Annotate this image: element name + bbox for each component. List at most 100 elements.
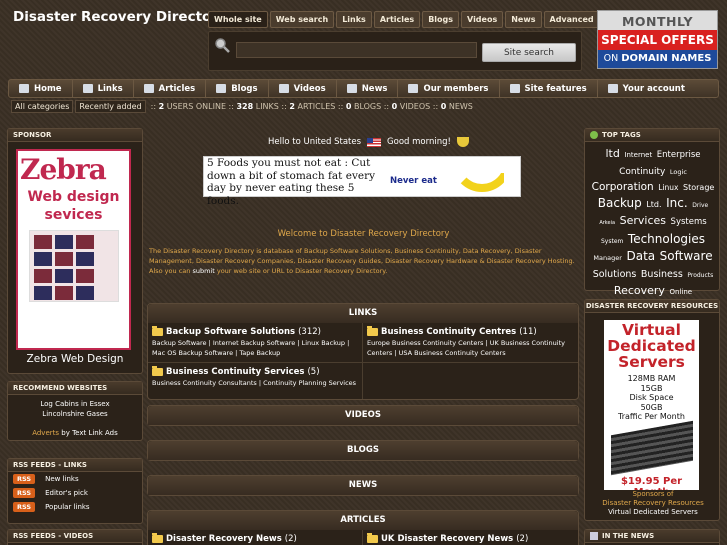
promo-banner-domain-names[interactable]: MONTHLY SPECIAL OFFERS ON DOMAIN NAMES bbox=[597, 10, 718, 69]
rss-item[interactable]: RSS Popular links bbox=[8, 500, 142, 514]
category-cell: UK Disaster Recovery News (2) bbox=[363, 530, 578, 545]
site-search-button[interactable]: Site search bbox=[482, 43, 576, 62]
vds-link[interactable]: Virtual Dedicated Servers bbox=[608, 508, 698, 516]
links-heading[interactable]: LINKS bbox=[148, 304, 578, 323]
tag-link[interactable]: Backup bbox=[598, 196, 642, 210]
rss-item[interactable]: RSS New links bbox=[8, 472, 142, 486]
recommend-link[interactable]: Lincolnshire Gases bbox=[7, 409, 143, 419]
vds-banner[interactable]: Virtual Dedicated Servers 128MB RAM 15GB… bbox=[604, 320, 699, 490]
folder-icon bbox=[152, 366, 163, 376]
tag-link[interactable]: Solutions bbox=[593, 269, 637, 280]
resources-site-link[interactable]: Disaster Recovery Resources bbox=[588, 499, 718, 508]
promo-line-2: SPECIAL OFFERS bbox=[598, 30, 717, 50]
in-the-news-heading: IN THE NEWS bbox=[602, 531, 655, 540]
tag-link[interactable]: Technologies bbox=[628, 232, 705, 246]
tag-link[interactable]: Internet bbox=[624, 151, 652, 159]
ad-cta[interactable]: Never eat bbox=[390, 176, 437, 186]
recommend-list: Log Cabins in Essex Lincolnshire Gases bbox=[7, 399, 143, 419]
tag-link[interactable]: Recovery bbox=[614, 284, 665, 297]
tag-link[interactable]: Systems bbox=[671, 217, 707, 227]
zebra-sponsor-banner[interactable]: Zebra Web design sevices bbox=[16, 149, 131, 350]
nav-news[interactable]: News bbox=[337, 80, 399, 97]
category-link[interactable]: Disaster Recovery News (2) bbox=[152, 533, 358, 544]
tag-link[interactable]: Continuity bbox=[619, 167, 665, 177]
site-title[interactable]: Disaster Recovery Directory bbox=[13, 9, 227, 25]
videos-icon bbox=[278, 84, 289, 93]
recommend-link[interactable]: Log Cabins in Essex bbox=[7, 399, 143, 409]
greeting: Hello to United States Good morning! bbox=[268, 137, 469, 147]
tag-link[interactable]: Arkeia bbox=[599, 220, 615, 226]
tag-link[interactable]: ltd bbox=[606, 147, 620, 160]
nav-links[interactable]: Links bbox=[73, 80, 134, 97]
tag-link[interactable]: Services bbox=[620, 214, 666, 227]
tag-link[interactable]: System bbox=[601, 238, 623, 245]
nav-articles[interactable]: Articles bbox=[134, 80, 207, 97]
promo-line-3: ON DOMAIN NAMES bbox=[598, 50, 717, 68]
tag-link[interactable]: Inc. bbox=[666, 196, 688, 210]
nav-news-label: News bbox=[361, 83, 388, 94]
recently-added-button[interactable]: Recently added bbox=[75, 99, 146, 113]
account-icon bbox=[607, 84, 618, 93]
nav-videos[interactable]: Videos bbox=[269, 80, 337, 97]
folder-icon bbox=[367, 326, 378, 336]
zebra-caption[interactable]: Zebra Web Design bbox=[7, 353, 143, 365]
tag-link[interactable]: Storage bbox=[683, 183, 714, 192]
category-link[interactable]: Business Continuity Centres (11) bbox=[367, 326, 574, 337]
category-link[interactable]: Business Continuity Services (5) bbox=[152, 366, 358, 377]
server-image bbox=[610, 420, 693, 475]
category-link[interactable]: Backup Software Solutions (312) bbox=[152, 326, 358, 337]
nav-home[interactable]: Home bbox=[9, 80, 73, 97]
category-cell: Business Continuity Centres (11) Europe … bbox=[363, 323, 578, 363]
rss-icon: RSS bbox=[13, 502, 36, 512]
search-tab-blogs[interactable]: Blogs bbox=[422, 11, 460, 28]
nav-blogs[interactable]: Blogs bbox=[206, 80, 269, 97]
nav-blogs-label: Blogs bbox=[231, 83, 258, 94]
nav-site-features[interactable]: Site features bbox=[500, 80, 598, 97]
blogs-heading[interactable]: BLOGS bbox=[148, 441, 578, 460]
category-link[interactable]: UK Disaster Recovery News (2) bbox=[367, 533, 574, 544]
news-heading[interactable]: NEWS bbox=[148, 476, 578, 495]
tag-link[interactable]: Online bbox=[669, 288, 692, 296]
subcategory-links[interactable]: Europe Business Continuity Centers | UK … bbox=[367, 339, 574, 358]
nav-your-account-label: Your account bbox=[622, 83, 685, 94]
search-tab-web-search[interactable]: Web search bbox=[269, 11, 335, 28]
tag-link[interactable]: Business bbox=[641, 269, 683, 280]
tag-link[interactable]: Drive bbox=[692, 202, 708, 209]
nav-articles-label: Articles bbox=[158, 83, 196, 94]
us-flag-icon bbox=[367, 137, 382, 147]
search-tab-articles[interactable]: Articles bbox=[373, 11, 421, 28]
tag-link[interactable]: Corporation bbox=[592, 181, 654, 193]
adverts-credit: Adverts by Text Link Ads bbox=[32, 429, 118, 437]
tag-link[interactable]: Ltd. bbox=[646, 200, 661, 209]
welcome-heading: Welcome to Disaster Recovery Directory bbox=[277, 229, 450, 239]
search-tab-news[interactable]: News bbox=[505, 11, 542, 28]
tag-link[interactable]: Products bbox=[687, 272, 713, 279]
tag-link[interactable]: Linux bbox=[658, 183, 678, 192]
search-input[interactable] bbox=[236, 42, 477, 58]
rss-item[interactable]: RSS Editor's pick bbox=[8, 486, 142, 500]
tag-link[interactable]: Logic bbox=[670, 168, 687, 176]
nav-our-members[interactable]: Our members bbox=[398, 80, 500, 97]
submit-link[interactable]: submit bbox=[192, 267, 214, 275]
subcategory-links[interactable]: Business Continuity Consultants | Contin… bbox=[152, 379, 358, 389]
tag-link[interactable]: Software bbox=[660, 249, 713, 263]
videos-heading[interactable]: VIDEOS bbox=[148, 406, 578, 425]
text-link-ads-link[interactable]: by Text Link Ads bbox=[61, 429, 118, 437]
search-tab-videos[interactable]: Videos bbox=[461, 11, 504, 28]
all-categories-button[interactable]: All categories bbox=[11, 99, 74, 113]
articles-heading[interactable]: ARTICLES bbox=[148, 511, 578, 530]
ad-text[interactable]: 5 Foods you must not eat : Cut down a bi… bbox=[207, 157, 387, 207]
tag-link[interactable]: Enterprise bbox=[657, 150, 701, 160]
search-tab-advanced[interactable]: Advanced bbox=[543, 11, 600, 28]
in-the-news-box: IN THE NEWS bbox=[584, 529, 720, 545]
nav-your-account[interactable]: Your account bbox=[598, 80, 695, 97]
subcategory-links[interactable]: Backup Software | Internet Backup Softwa… bbox=[152, 339, 358, 358]
tag-link[interactable]: Data bbox=[626, 249, 655, 263]
main-nav: Home Links Articles Blogs Videos News Ou… bbox=[8, 79, 719, 98]
search-tab-links[interactable]: Links bbox=[336, 11, 372, 28]
resources-heading: DISASTER RECOVERY RESOURCES bbox=[585, 300, 719, 313]
videos-section: VIDEOS bbox=[147, 405, 579, 426]
tag-link[interactable]: Manager bbox=[593, 254, 622, 262]
search-tab-whole-site[interactable]: Whole site bbox=[208, 11, 268, 28]
sub-nav: All categories Recently added :: 2 USERS… bbox=[11, 99, 473, 113]
